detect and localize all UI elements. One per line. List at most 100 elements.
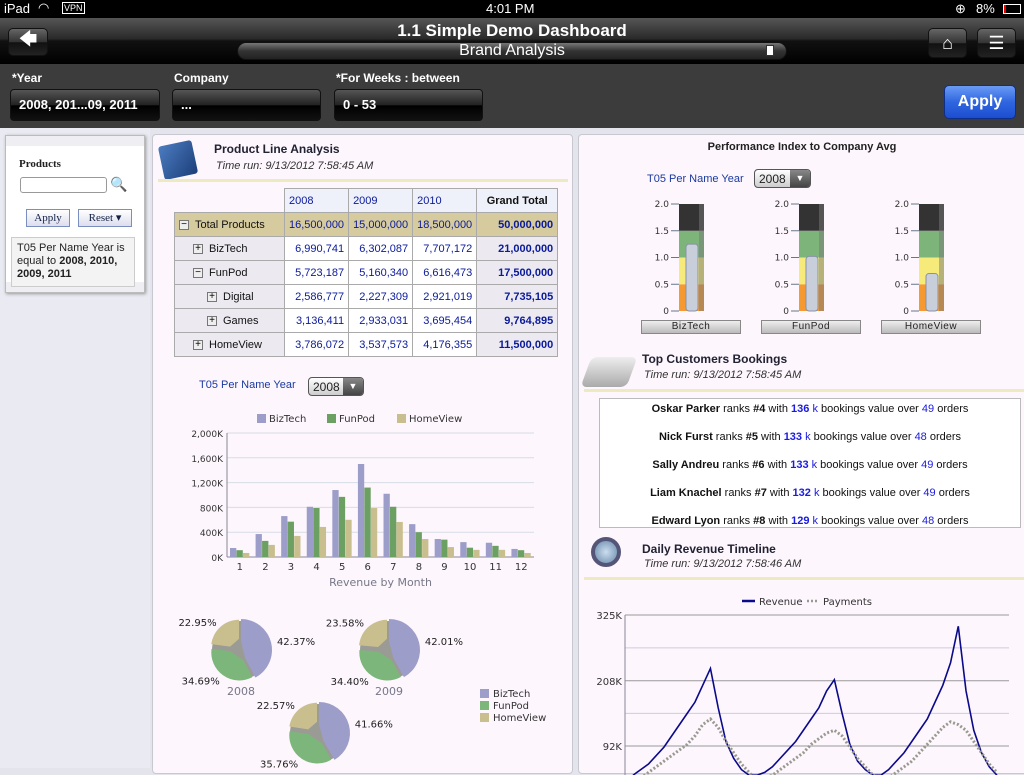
gauge-edge [819, 204, 824, 311]
year-select[interactable]: 2008 ▼ [308, 377, 364, 396]
customer-row: Nick Furst ranks #5 with 133 k bookings … [600, 431, 1020, 443]
x-tick-label: 8 [416, 562, 422, 573]
t: orders [934, 515, 969, 527]
t: bookings value over [810, 431, 915, 443]
table-cell: 9,764,895 [476, 308, 559, 333]
bar-biztech [306, 506, 314, 557]
table-cell: 6,990,741 [283, 236, 350, 261]
menu-button[interactable]: ☰ [977, 28, 1016, 58]
gauge-edge [939, 204, 944, 311]
gauge-label[interactable]: HomeView [881, 320, 981, 334]
customer-rank: #4 [753, 403, 766, 415]
divider [584, 577, 1024, 580]
t: ranks [720, 515, 754, 527]
bar-homeview [422, 539, 429, 557]
customer-name: Nick Furst [658, 431, 713, 443]
row-label: + Digital [174, 284, 285, 309]
collapse-icon[interactable]: − [193, 267, 203, 278]
product-search-input[interactable] [20, 177, 107, 193]
filter-panel: Products 🔍 Apply Reset ▾ T05 Per Name Ye… [5, 135, 145, 293]
t: ranks [721, 487, 755, 499]
y-tick-label: 208K [596, 677, 622, 688]
top-customers-title: Top Customers Bookings [642, 352, 788, 366]
timeline-title: Daily Revenue Timeline [642, 542, 776, 556]
pivot-table: 2008 2009 2010 Grand Total − Total Products 1… [174, 188, 559, 357]
page-selector[interactable]: Brand Analysis [237, 42, 787, 60]
weeks-field[interactable]: 0 - 53 [334, 89, 483, 121]
gauge-tick-label: 0.5 [895, 280, 909, 290]
performance-gauges: 0 0.5 1.0 1.5 2.0 0 0.5 1.0 1.5 2.0 0 0.5 1.0 1.5 2.0 [655, 200, 944, 317]
expand-icon[interactable]: + [193, 243, 203, 254]
dashboard-title: 1.1 Simple Demo Dashboard [397, 21, 627, 40]
product-line-time: Time run: 9/13/2012 7:58:45 AM [216, 160, 374, 172]
expand-icon[interactable]: + [207, 315, 217, 326]
rotation-lock-icon: ⊕ [955, 1, 966, 16]
collapse-icon[interactable]: − [179, 219, 189, 230]
gauge-tick-label: 2.0 [775, 200, 790, 210]
year-field[interactable]: 2008, 201...09, 2011 [10, 89, 160, 121]
gauge-value-bar [805, 255, 819, 312]
gauge-label[interactable]: BizTech [641, 320, 741, 334]
filter-reset-button[interactable]: Reset ▾ [78, 209, 132, 227]
bar-biztech [357, 464, 365, 557]
table-row: − Total Products 16,500,000 15,000,000 18,50… [174, 212, 559, 237]
product-line-title: Product Line Analysis [214, 142, 340, 156]
customer-name: Liam Knachel [650, 487, 722, 499]
divider [584, 389, 1024, 392]
legend-swatch [257, 414, 266, 423]
bar-homeview [294, 535, 301, 557]
row-label-text: Total Products [195, 218, 265, 231]
bar-homeview [447, 547, 454, 557]
pie-year-label: 2009 [375, 685, 403, 698]
pie-value-label: 35.76% [260, 760, 298, 771]
table-row: + BizTech 6,990,741 6,302,087 7,707,172 21,00… [174, 236, 559, 261]
row-label-text: Games [223, 314, 259, 327]
filter-apply-button[interactable]: Apply [26, 209, 70, 227]
customer-name: Edward Lyon [651, 515, 721, 527]
pie-value-label: 22.95% [178, 618, 216, 629]
legend-swatch [480, 713, 489, 722]
gauge-tick-label: 1.5 [895, 227, 909, 237]
company-field[interactable]: ... [172, 89, 321, 121]
table-cell: 50,000,000 [476, 212, 559, 237]
legend-label: HomeView [493, 713, 546, 724]
t: bookings value over [818, 515, 922, 527]
apply-button[interactable]: Apply [944, 85, 1016, 119]
table-cell: 2,586,777 [283, 284, 350, 309]
row-label: + Games [174, 308, 285, 333]
gauge-label[interactable]: FunPod [761, 320, 861, 334]
y-tick-label: 800K [200, 504, 224, 514]
perf-year-value: 2008 [759, 171, 786, 186]
bar-homeview [370, 508, 378, 557]
t: with [765, 403, 792, 415]
legend-label: BizTech [269, 414, 306, 425]
t: with [765, 515, 792, 527]
t: k [802, 431, 811, 443]
bar-funpod [492, 545, 499, 557]
battery-percent: 8% [976, 1, 995, 16]
expand-icon[interactable]: + [193, 339, 203, 350]
home-button[interactable]: ⌂ [928, 28, 967, 58]
y-tick-label: 1,200K [191, 480, 224, 490]
bar-homeview [396, 521, 403, 557]
bar-funpod [236, 550, 243, 557]
table-row: + Digital 2,586,777 2,227,309 2,921,019 7,735… [174, 284, 559, 309]
perf-year-select[interactable]: 2008 ▼ [754, 169, 811, 188]
search-icon[interactable]: 🔍 [110, 176, 127, 193]
table-cell: 11,500,000 [476, 332, 559, 357]
bar-funpod [364, 487, 371, 557]
year-select-value: 2008 [313, 379, 340, 394]
pie-value-label: 42.01% [425, 637, 463, 648]
table-cell: 15,000,000 [348, 212, 414, 237]
gauge-tick-label: 0 [783, 307, 789, 317]
table-cell: 5,160,340 [348, 260, 414, 285]
pie-value-label: 41.66% [355, 719, 393, 730]
table-cell: 3,695,454 [412, 308, 478, 333]
x-tick-label: 11 [489, 562, 502, 573]
expand-icon[interactable]: + [207, 291, 217, 302]
bar-funpod [338, 496, 346, 557]
col-header: 2008 [283, 188, 350, 213]
y-tick-label: 1,600K [191, 455, 224, 465]
timeline-time: Time run: 9/13/2012 7:58:46 AM [644, 558, 802, 570]
t: ranks [720, 403, 754, 415]
